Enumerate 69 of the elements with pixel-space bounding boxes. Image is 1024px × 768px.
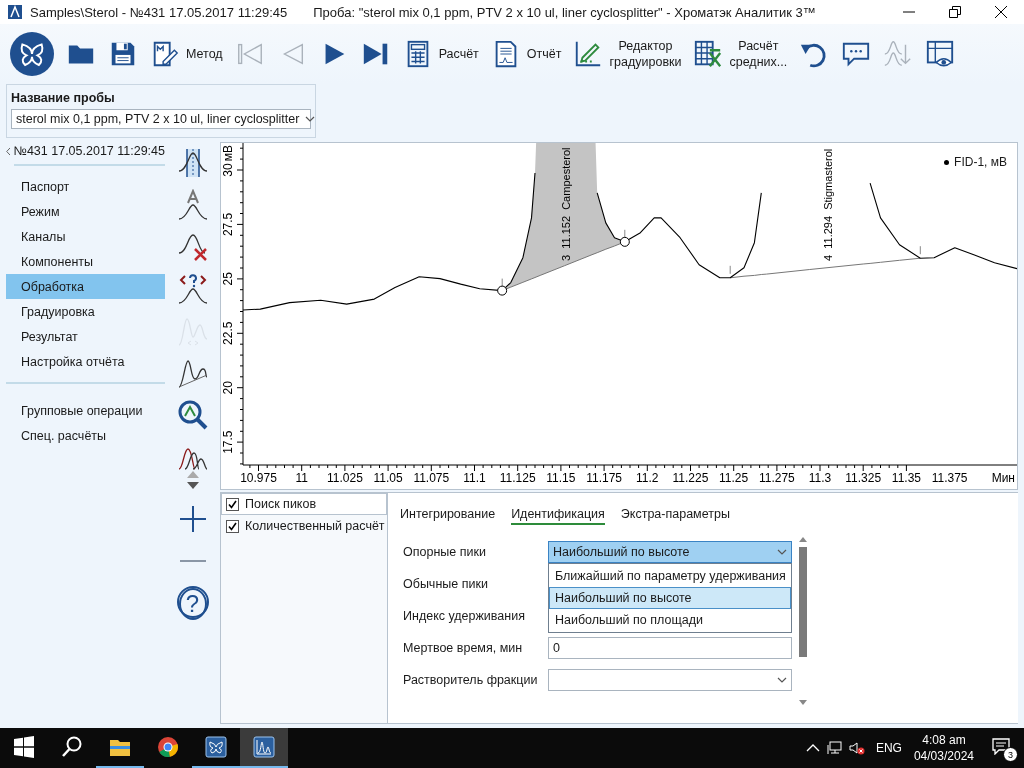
axis-tick-label: 10.975 <box>240 471 277 485</box>
field-label: Мертвое время, мин <box>402 641 524 655</box>
dropdown-field[interactable]: Наибольший по высоте <box>548 541 792 563</box>
sidebar-item[interactable]: Режим <box>6 199 165 224</box>
sidebar-item[interactable]: Спец. расчёты <box>6 423 165 448</box>
axis-tick-label: 11.3 <box>808 471 832 485</box>
tab[interactable]: Идентификация <box>511 507 605 525</box>
toolbar-button[interactable]: Расчёт средних... <box>693 38 788 70</box>
notification-badge: 3 <box>1003 747 1018 762</box>
axis-tick-label: 11.35 <box>891 471 921 485</box>
sidebar-item[interactable]: Обработка <box>6 274 165 299</box>
sidebar-item[interactable]: Настройка отчёта <box>6 349 165 374</box>
option-item[interactable]: Количественный расчёт <box>221 515 387 537</box>
tab[interactable]: Интегрирование <box>400 507 496 525</box>
option-label: Количественный расчёт <box>245 519 385 533</box>
axis-tick-label: 11.1 <box>463 471 486 485</box>
help-button[interactable]: ? <box>178 588 207 620</box>
axis-tick-label: 11.05 <box>373 471 403 485</box>
clock-date[interactable]: 04/03/2024 <box>913 748 974 764</box>
window-title: Samples\Sterol - №431 17.05.2017 11:29:45 <box>30 4 288 20</box>
option-item[interactable]: Поиск пиков <box>221 493 387 515</box>
field-label: Растворитель фракции <box>402 673 539 687</box>
sidebar-item[interactable]: Каналы <box>6 224 165 249</box>
clock-time[interactable]: 4:08 am <box>922 732 966 748</box>
field-label: Обычные пики <box>402 577 489 591</box>
toolbar-button[interactable]: Редактор градуировки <box>573 38 682 70</box>
axis-tick-label: 27.5 <box>221 212 235 237</box>
sidebar-item[interactable]: Градуировка <box>6 299 165 324</box>
sidebar-item[interactable]: Компоненты <box>6 249 165 274</box>
axis-tick-label: 11.2 <box>636 471 659 485</box>
axis-tick-label: 11.175 <box>586 471 622 485</box>
field-label: Индекс удерживания <box>402 609 526 623</box>
window-subtitle: Проба: "sterol mix 0,1 ppm, PTV 2 x 10 ul, liner cyclosplitter" - Хроматэк Аналитик 3™ <box>313 4 817 20</box>
legend-label: FID-1, мВ <box>954 155 1007 169</box>
axis-tick-label: 11.25 <box>719 471 749 485</box>
peak-label: 3 11.152 Campesterol <box>560 147 573 261</box>
axis-tick-label: 11.075 <box>413 471 450 485</box>
sidebar-item[interactable]: Результат <box>6 324 165 349</box>
axis-tick-label: 30 <box>221 163 235 177</box>
input-field[interactable]: 0 <box>548 637 792 659</box>
dropdown-option[interactable]: Ближайший по параметру удерживания <box>549 565 791 587</box>
axis-tick-label: 11.15 <box>546 471 576 485</box>
axis-tick-label: 11.025 <box>327 471 363 485</box>
language-indicator[interactable]: ENG <box>875 741 902 755</box>
toolbar-button[interactable]: Расчёт <box>402 39 479 69</box>
peak-label: 4 11.294 Stigmasterol <box>822 148 835 261</box>
dropdown-option[interactable]: Наибольший по высоте <box>549 587 791 609</box>
axis-tick-label: 22.5 <box>221 321 235 345</box>
sidebar-item[interactable]: Групповые операции <box>6 398 165 423</box>
axis-tick-label: 20 <box>221 381 235 395</box>
axis-tick-label: 25 <box>221 272 235 286</box>
tab[interactable]: Экстра-параметры <box>620 507 730 525</box>
option-label: Поиск пиков <box>245 497 317 511</box>
toolbar-button[interactable]: Метод <box>150 39 223 69</box>
axis-tick-label: 17.5 <box>221 430 235 454</box>
axis-tick-label: 11.325 <box>845 471 882 485</box>
axis-tick-label: 11.225 <box>672 471 709 485</box>
axis-tick-label: 11.375 <box>931 471 968 485</box>
back-link[interactable]: №431 17.05.2017 11:29:45 <box>0 142 165 158</box>
axis-label: мВ <box>221 145 235 162</box>
axis-tick-label: 11 <box>295 471 308 485</box>
sidebar-item[interactable]: Паспорт <box>6 174 165 199</box>
toolbar-button[interactable]: Отчёт <box>490 39 562 69</box>
field-label: Опорные пики <box>402 545 487 559</box>
dropdown-option[interactable]: Наибольший по площади <box>549 609 791 631</box>
axis-tick-label: 11.125 <box>499 471 536 485</box>
axis-label: Мин <box>991 471 1015 485</box>
field-label: Название пробы <box>11 91 116 105</box>
axis-tick-label: 11.275 <box>758 471 795 485</box>
